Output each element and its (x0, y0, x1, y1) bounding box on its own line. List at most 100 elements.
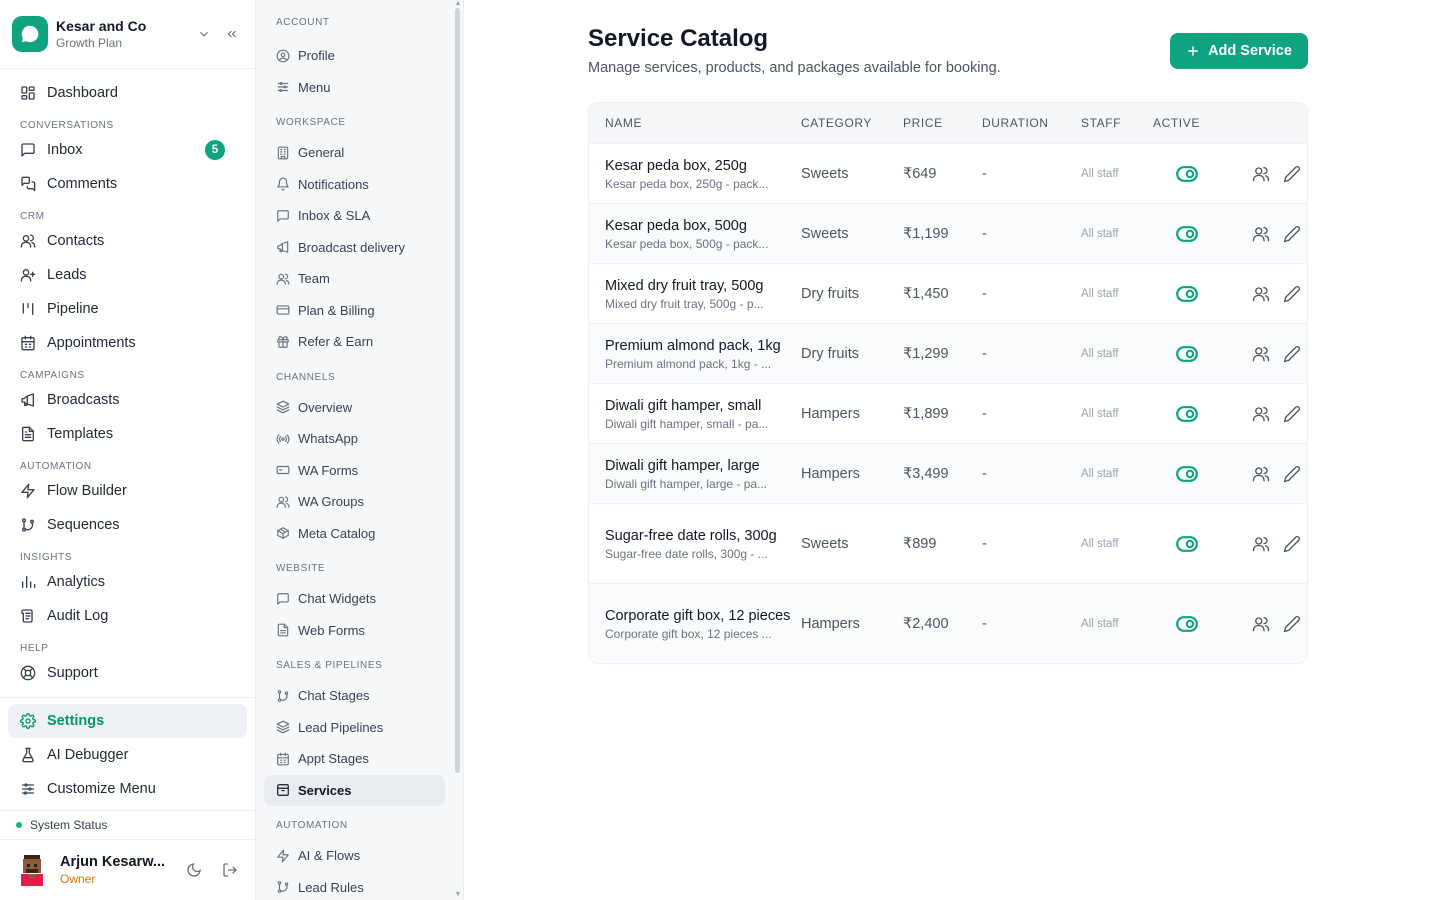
assign-staff-icon[interactable] (1252, 285, 1270, 303)
assign-staff-icon[interactable] (1252, 615, 1270, 633)
subnav-item-refer-earn[interactable]: Refer & Earn (264, 326, 445, 358)
page-subtitle: Manage services, products, and packages … (588, 60, 1001, 76)
subnav-item-wa-forms[interactable]: WA Forms (264, 455, 445, 487)
sidebar-item-label: Broadcasts (47, 392, 120, 408)
workspace-switcher[interactable]: Kesar and Co Growth Plan (0, 0, 255, 69)
edit-pencil-icon[interactable] (1283, 405, 1301, 423)
sidebar-item-dashboard[interactable]: Dashboard (8, 76, 247, 110)
user-avatar[interactable] (18, 854, 46, 886)
subnav-item-inbox-sla[interactable]: Inbox & SLA (264, 200, 445, 232)
active-toggle[interactable] (1153, 225, 1221, 242)
column-header-name[interactable]: NAME (589, 116, 801, 130)
column-header-duration[interactable]: DURATION (982, 116, 1081, 130)
add-service-button[interactable]: Add Service (1170, 33, 1308, 69)
table-row[interactable]: Premium almond pack, 1kg Premium almond p… (589, 323, 1307, 383)
subnav-item-lead-rules[interactable]: Lead Rules (264, 872, 445, 900)
sidebar-item-customize-menu[interactable]: Customize Menu (8, 772, 247, 806)
subnav-scrollbar[interactable] (455, 8, 460, 773)
sidebar-item-audit-log[interactable]: Audit Log (8, 599, 247, 633)
scroll-down-icon[interactable]: ▼ (454, 891, 462, 899)
assign-staff-icon[interactable] (1252, 405, 1270, 423)
sidebar-item-leads[interactable]: Leads (8, 258, 247, 292)
subnav-item-ai-flows[interactable]: AI & Flows (264, 840, 445, 872)
logout-icon[interactable] (219, 859, 241, 881)
subnav-item-lead-pipelines[interactable]: Lead Pipelines (264, 712, 445, 744)
moon-icon[interactable] (183, 859, 205, 881)
broadcast-signal-icon (276, 434, 290, 444)
active-toggle[interactable] (1153, 285, 1221, 302)
column-header-category[interactable]: CATEGORY (801, 116, 903, 130)
subnav-item-chat-stages[interactable]: Chat Stages (264, 680, 445, 712)
table-row[interactable]: Kesar peda box, 500g Kesar peda box, 500g… (589, 203, 1307, 263)
column-header-active[interactable]: ACTIVE (1153, 116, 1221, 130)
table-row[interactable]: Diwali gift hamper, small Diwali gift ham… (589, 383, 1307, 443)
sidebar-item-appointments[interactable]: Appointments (8, 326, 247, 360)
subnav-item-broadcast-delivery[interactable]: Broadcast delivery (264, 232, 445, 264)
table-row[interactable]: Diwali gift hamper, large Diwali gift ham… (589, 443, 1307, 503)
subnav-item-team[interactable]: Team (264, 263, 445, 295)
active-toggle[interactable] (1153, 535, 1221, 552)
sidebar-item-contacts[interactable]: Contacts (8, 224, 247, 258)
assign-staff-icon[interactable] (1252, 345, 1270, 363)
edit-pencil-icon[interactable] (1283, 615, 1301, 633)
system-status-link[interactable]: System Status (0, 810, 255, 840)
subnav-item-label: Refer & Earn (298, 334, 374, 350)
scroll-up-icon[interactable]: ▲ (454, 0, 462, 8)
subnav-item-menu[interactable]: Menu (264, 72, 445, 104)
sidebar-item-sequences[interactable]: Sequences (8, 508, 247, 542)
assign-staff-icon[interactable] (1252, 165, 1270, 183)
table-row[interactable]: Kesar peda box, 250g Kesar peda box, 250g… (589, 143, 1307, 203)
subnav-item-services[interactable]: Services (264, 774, 445, 806)
sidebar-item-label: Contacts (47, 233, 105, 249)
sidebar-item-broadcasts[interactable]: Broadcasts (8, 383, 247, 417)
subnav-item-meta-catalog[interactable]: Meta Catalog (264, 518, 445, 550)
sidebar-item-label: Comments (47, 176, 118, 192)
edit-pencil-icon[interactable] (1283, 465, 1301, 483)
table-row[interactable]: Corporate gift box, 12 pieces Corporate g… (589, 583, 1307, 663)
sidebar-item-ai-debugger[interactable]: AI Debugger (8, 738, 247, 772)
bell-icon (277, 177, 289, 191)
subnav-item-appt-stages[interactable]: Appt Stages (264, 743, 445, 775)
sidebar-item-flow-builder[interactable]: Flow Builder (8, 474, 247, 508)
subnav-item-label: Web Forms (298, 622, 365, 638)
subnav-item-wa-groups[interactable]: WA Groups (264, 486, 445, 518)
sidebar-item-analytics[interactable]: Analytics (8, 565, 247, 599)
subnav-item-profile[interactable]: Profile (264, 40, 445, 72)
pipeline-icon (22, 303, 34, 315)
edit-pencil-icon[interactable] (1283, 285, 1301, 303)
subnav-item-overview[interactable]: Overview (264, 392, 445, 424)
subnav-item-plan-billing[interactable]: Plan & Billing (264, 295, 445, 327)
calendar-icon (21, 335, 35, 351)
sidebar-item-label: Support (47, 665, 98, 681)
assign-staff-icon[interactable] (1252, 535, 1270, 553)
service-name: Diwali gift hamper, small (605, 397, 762, 414)
active-toggle[interactable] (1153, 405, 1221, 422)
edit-pencil-icon[interactable] (1283, 225, 1301, 243)
chevron-down-icon[interactable] (193, 23, 215, 45)
sidebar-item-inbox[interactable]: Inbox 5 (8, 133, 247, 167)
column-header-price[interactable]: PRICE (903, 116, 982, 130)
subnav-item-whatsapp[interactable]: WhatsApp (264, 423, 445, 455)
active-toggle[interactable] (1153, 165, 1221, 182)
assign-staff-icon[interactable] (1252, 465, 1270, 483)
column-header-staff[interactable]: STAFF (1081, 116, 1153, 130)
table-row[interactable]: Sugar-free date rolls, 300g Sugar-free da… (589, 503, 1307, 583)
subnav-item-general[interactable]: General (264, 137, 445, 169)
subnav-item-web-forms[interactable]: Web Forms (264, 615, 445, 647)
sidebar-item-pipeline[interactable]: Pipeline (8, 292, 247, 326)
assign-staff-icon[interactable] (1252, 225, 1270, 243)
edit-pencil-icon[interactable] (1283, 165, 1301, 183)
collapse-sidebar-icon[interactable] (221, 23, 243, 45)
active-toggle[interactable] (1153, 465, 1221, 482)
edit-pencil-icon[interactable] (1283, 345, 1301, 363)
sidebar-item-support[interactable]: Support (8, 656, 247, 690)
sidebar-item-templates[interactable]: Templates (8, 417, 247, 451)
active-toggle[interactable] (1153, 615, 1221, 632)
sidebar-item-settings[interactable]: Settings (8, 704, 247, 738)
subnav-item-chat-widgets[interactable]: Chat Widgets (264, 583, 445, 615)
table-row[interactable]: Mixed dry fruit tray, 500g Mixed dry frui… (589, 263, 1307, 323)
subnav-item-notifications[interactable]: Notifications (264, 169, 445, 201)
active-toggle[interactable] (1153, 345, 1221, 362)
sidebar-item-comments[interactable]: Comments (8, 167, 247, 201)
edit-pencil-icon[interactable] (1283, 535, 1301, 553)
